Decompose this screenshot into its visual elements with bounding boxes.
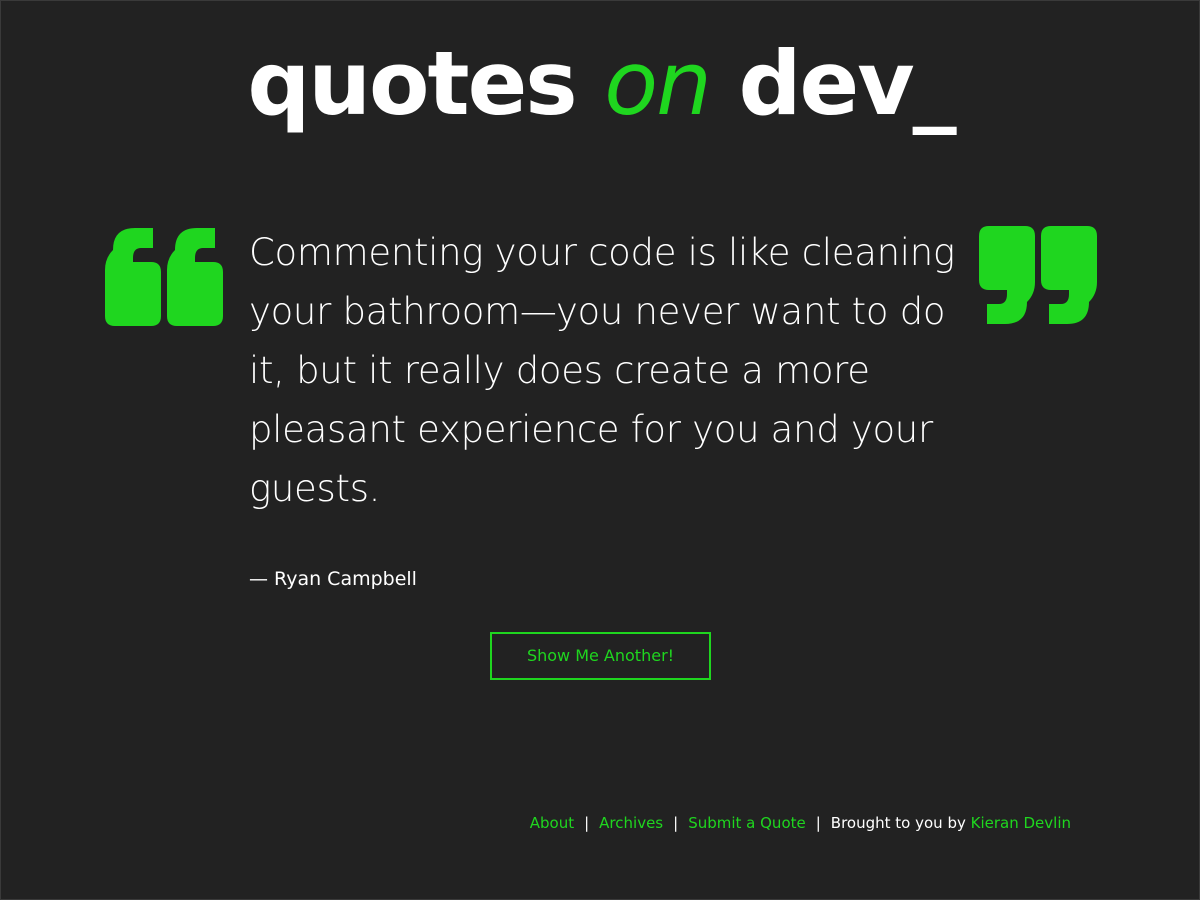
footer-credit-prefix: Brought to you by <box>830 814 966 832</box>
footer-credit-author-link[interactable]: Kieran Devlin <box>971 814 1071 832</box>
footer-link-about[interactable]: About <box>530 814 574 832</box>
site-footer: About | Archives | Submit a Quote | Brought to… <box>530 813 1071 833</box>
logo-word-on: on <box>604 32 712 135</box>
page: quotes on dev_ Commenting your code is l… <box>0 0 1200 900</box>
logo-word-dev: dev_ <box>738 32 957 135</box>
footer-link-submit-quote[interactable]: Submit a Quote <box>688 814 806 832</box>
quote-text: Commenting your code is like cleaning yo… <box>249 231 955 510</box>
logo-word-quotes: quotes <box>247 32 577 135</box>
show-another-button[interactable]: Show Me Another! <box>490 632 711 680</box>
footer-separator: | <box>584 814 590 832</box>
footer-separator: | <box>673 814 679 832</box>
footer-link-archives[interactable]: Archives <box>599 814 663 832</box>
site-logo[interactable]: quotes on dev_ <box>1 29 1199 139</box>
close-quote-icon <box>979 226 1097 326</box>
quote-author: — Ryan Campbell <box>249 568 417 590</box>
open-quote-icon <box>105 226 223 326</box>
footer-separator: | <box>815 814 821 832</box>
